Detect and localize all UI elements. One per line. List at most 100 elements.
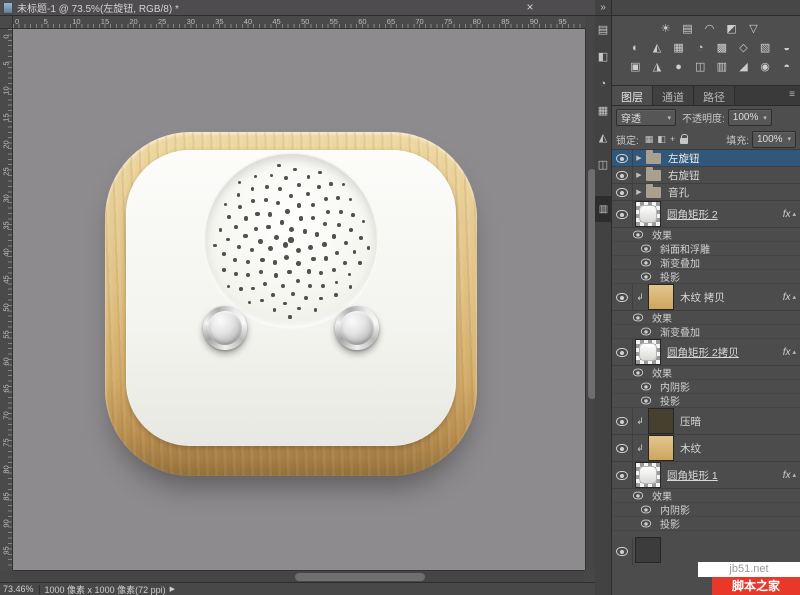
layer-row[interactable]: 圆角矩形 1 fx ▴ [612,462,800,489]
horizontal-scrollbar-thumb[interactable] [295,573,425,581]
document-titlebar[interactable]: 未标题-1 @ 73.5%(左旋钮, RGB/8) * [0,0,595,16]
fx-badge[interactable]: fx [783,347,793,358]
effect-row[interactable]: 渐变叠加 [612,256,800,270]
layer-row[interactable]: ▶ 右旋钮 [612,166,800,184]
collapsed-panel-icon-5[interactable]: ◭ [595,124,611,151]
layer-name[interactable]: 左旋钮 [668,151,700,166]
collapsed-panel-icon-1[interactable]: ▤ [595,16,611,43]
adjustment-icon-3[interactable]: ◠ [700,20,719,37]
adjustment-icon-17[interactable]: ◫ [691,58,710,75]
adjustment-icon-18[interactable]: ▥ [713,58,732,75]
tab-paths[interactable]: 路径 [694,86,735,105]
layer-name[interactable]: 右旋钮 [668,168,700,183]
zoom-level-field[interactable]: 73.46% [3,584,34,594]
layer-row[interactable]: ▶ 音孔 [612,183,800,201]
adjustment-icon-12[interactable]: ▧ [756,39,775,56]
visibility-toggle[interactable] [612,435,633,461]
effect-row[interactable]: 渐变叠加 [612,325,800,339]
close-document-button[interactable]: × [522,0,538,15]
layer-name[interactable]: 圆角矩形 1 [667,468,718,483]
lock-image-pixels-icon[interactable]: ◧ [657,134,666,145]
horizontal-scrollbar[interactable] [13,570,585,582]
tab-layers[interactable]: 图层 [612,86,653,105]
fx-collapse-icon[interactable]: ▴ [792,348,800,356]
adjustment-icon-20[interactable]: ◉ [756,58,775,75]
effect-row[interactable]: 效果 [612,366,800,380]
layer-name[interactable]: 音孔 [668,185,689,200]
lock-transparent-pixels-icon[interactable]: ▦ [645,134,654,145]
status-menu-arrow-icon[interactable]: ▶ [170,585,175,593]
adjustment-icon-2[interactable]: ▤ [678,20,697,37]
layer-row[interactable]: ↲ 木纹 拷贝 fx ▴ [612,284,800,311]
eye-icon[interactable] [632,491,644,500]
layer-thumbnail[interactable] [636,340,660,364]
layer-row[interactable]: ▶ 左旋钮 [612,150,800,167]
adjustment-icon-11[interactable]: ◇ [734,39,753,56]
collapsed-panel-icon-2[interactable]: ◧ [595,43,611,70]
fx-collapse-icon[interactable]: ▴ [792,471,800,479]
eye-icon[interactable] [632,313,644,322]
visibility-toggle[interactable] [612,284,633,310]
fx-badge[interactable]: fx [783,292,793,303]
tab-channels[interactable]: 通道 [653,86,694,105]
layer-thumbnail[interactable] [649,409,673,433]
layer-name[interactable]: 木纹 拷贝 [680,290,725,305]
adjustment-icon-4[interactable]: ◩ [722,20,741,37]
expand-panels-icon[interactable]: » [595,0,611,16]
eye-icon[interactable] [632,368,644,377]
layer-name[interactable]: 圆角矩形 2 [667,207,718,222]
eye-icon[interactable] [640,258,652,267]
visibility-toggle[interactable] [612,408,633,434]
eye-icon[interactable] [632,230,644,239]
fx-badge[interactable]: fx [783,209,793,220]
visibility-toggle[interactable] [612,538,633,565]
visibility-toggle[interactable] [612,462,633,488]
layer-name[interactable]: 压暗 [680,414,701,429]
adjustment-icon-15[interactable]: ◮ [648,58,667,75]
visibility-toggle[interactable] [612,150,633,166]
canvas[interactable] [13,29,585,570]
layer-thumbnail[interactable] [636,202,660,226]
effect-row[interactable]: 投影 [612,394,800,408]
fx-collapse-icon[interactable]: ▴ [792,210,800,218]
eye-icon[interactable] [640,382,652,391]
adjustment-icon-8[interactable]: ▦ [669,39,688,56]
effect-row[interactable]: 内阴影 [612,503,800,517]
collapsed-panel-icon-3[interactable]: ◔ [595,70,611,97]
fx-collapse-icon[interactable]: ▴ [792,293,800,301]
layer-row[interactable]: ↲ 压暗 [612,408,800,435]
adjustment-icon-14[interactable]: ▣ [626,58,645,75]
effect-row[interactable]: 效果 [612,311,800,325]
layer-row[interactable]: 圆角矩形 2 fx ▴ [612,201,800,228]
adjustment-icon-6[interactable]: ◐ [626,39,645,56]
visibility-toggle[interactable] [612,201,633,227]
layer-name[interactable]: 圆角矩形 2拷贝 [667,345,739,360]
collapsed-panel-icon-6[interactable]: ◫ [595,151,611,178]
eye-icon[interactable] [640,327,652,336]
layer-thumbnail[interactable] [636,463,660,487]
adjustment-icon-19[interactable]: ◢ [734,58,753,75]
lock-all-icon[interactable] [680,134,689,144]
adjustment-icon-13[interactable]: ◒ [777,39,796,56]
collapsed-panel-icon-4[interactable]: ▦ [595,97,611,124]
layer-row[interactable]: ↲ 木纹 [612,435,800,462]
panel-menu-icon[interactable]: ≡ [784,86,800,105]
fx-badge[interactable]: fx [783,470,793,481]
blend-mode-dropdown[interactable]: 穿透 ▾ [616,109,676,126]
layer-row[interactable]: 圆角矩形 2拷贝 fx ▴ [612,339,800,366]
opacity-dropdown[interactable]: 100% ▾ [727,109,772,126]
visibility-toggle[interactable] [612,184,633,200]
eye-icon[interactable] [640,244,652,253]
expand-triangle-icon[interactable]: ▶ [633,188,645,196]
visibility-toggle[interactable] [612,167,633,183]
lock-position-icon[interactable]: + [670,134,675,144]
eye-icon[interactable] [640,396,652,405]
adjustment-icon-7[interactable]: ◭ [648,39,667,56]
adjustment-icon-10[interactable]: ▩ [713,39,732,56]
adjustment-icon-16[interactable]: ● [669,58,688,75]
layer-thumbnail[interactable] [636,538,660,562]
visibility-toggle[interactable] [612,339,633,365]
eye-icon[interactable] [640,272,652,281]
adjustment-icon-1[interactable]: ☀ [656,20,675,37]
effect-row[interactable]: 斜面和浮雕 [612,242,800,256]
